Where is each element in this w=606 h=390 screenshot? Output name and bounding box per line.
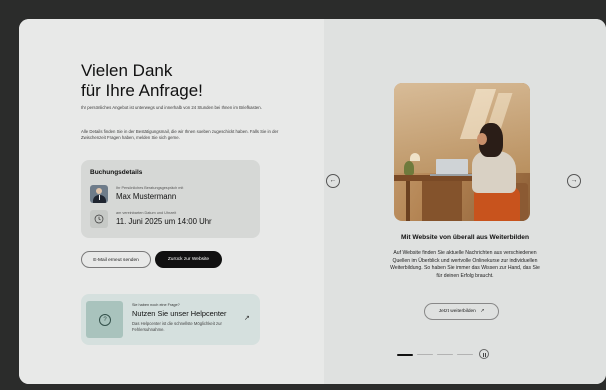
slide-description: Auf Website finden Sie aktuelle Nachrich… (390, 250, 540, 279)
help-kicker: Sie haben noch eine Frage? (132, 303, 180, 307)
external-arrow-icon[interactable]: ↗ (244, 314, 250, 322)
slide-title: Mit Website von überall aus Weiterbilden (401, 234, 529, 241)
appointment-date: 11. Juni 2025 um 14:00 Uhr (116, 217, 212, 226)
carousel-next-button[interactable]: → (567, 174, 581, 188)
slide-image (394, 83, 530, 221)
details-text: Alle Details finden Sie in der Bestätigu… (81, 129, 279, 141)
advisor-caption: Ihr Persönliches Beratungsgespräch mit (116, 186, 184, 190)
help-description: Das Helpcenter ist die schnellste Möglic… (132, 321, 222, 332)
pause-icon[interactable] (479, 349, 489, 359)
resend-email-button[interactable]: E-Mail erneut senden (81, 251, 151, 268)
date-caption: am vereinbarten Datum und Uhrzeit (116, 211, 177, 215)
helpcenter-card[interactable]: ? Sie haben noch eine Frage? Nutzen Sie … (81, 294, 260, 345)
app-window: Vielen Dank für Ihre Anfrage! Ihr persön… (19, 19, 606, 384)
page-title: Vielen Dank für Ihre Anfrage! (81, 61, 203, 101)
booking-title: Buchungsdetails (90, 169, 143, 176)
avatar (90, 185, 108, 203)
carousel-indicator-1[interactable] (397, 353, 413, 356)
title-line-2: für Ihre Anfrage! (81, 81, 203, 100)
appointment-row: am vereinbarten Datum und Uhrzeit 11. Ju… (90, 210, 255, 228)
learn-now-label: Jetzt weiterbilden (438, 309, 476, 314)
confirmation-panel: Vielen Dank für Ihre Anfrage! Ihr persön… (19, 19, 324, 384)
carousel-prev-button[interactable]: ← (326, 174, 340, 188)
advisor-name: Max Mustermann (116, 192, 177, 201)
help-icon-box: ? (86, 301, 123, 338)
back-to-website-button[interactable]: Zurück zur Website (155, 251, 222, 268)
title-line-1: Vielen Dank (81, 61, 173, 80)
question-icon: ? (99, 314, 111, 326)
advisor-row: Ihr Persönliches Beratungsgespräch mit M… (90, 185, 255, 203)
help-title: Nutzen Sie unser Helpcenter (132, 309, 227, 318)
learn-now-button[interactable]: Jetzt weiterbilden ↗ (424, 303, 499, 320)
booking-details-card: Buchungsdetails Ihr Persönliches Beratun… (81, 160, 260, 238)
intro-text: Ihr persönliches Angebot ist unterwegs u… (81, 105, 262, 110)
clock-icon (90, 210, 108, 228)
external-arrow-icon: ↗ (480, 309, 485, 314)
carousel-panel: Mit Website von überall aus Weiterbilden… (324, 19, 606, 384)
